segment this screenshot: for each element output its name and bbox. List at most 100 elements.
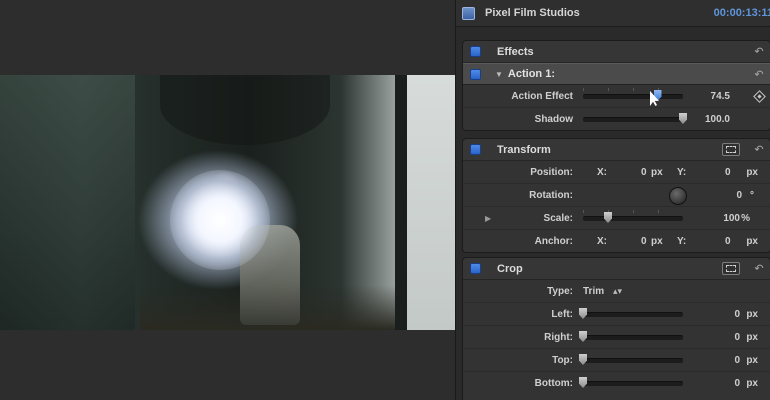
action-effect-slider[interactable] (583, 88, 683, 101)
crop-top-slider[interactable] (579, 354, 683, 365)
y-unit: px (746, 235, 758, 247)
crop-row-right: Right: 0 px (463, 326, 770, 349)
timecode: 00:00:13:11 (713, 7, 770, 19)
keyframe-icon[interactable] (753, 89, 766, 103)
inspector-title: Pixel Film Studios (485, 7, 580, 19)
transform-onscreen-controls-button[interactable] (722, 143, 740, 156)
y-value[interactable]: 0 (725, 167, 731, 178)
disclosure-triangle-icon[interactable]: ▼ (495, 70, 503, 79)
slider-knob[interactable] (579, 331, 587, 342)
param-label: Shadow (534, 113, 573, 125)
x-label: X: (597, 235, 607, 247)
x-value[interactable]: 0 (641, 236, 647, 247)
slider-ticks (583, 88, 683, 91)
viewer (0, 0, 455, 400)
param-value[interactable]: 100.0 (705, 114, 730, 125)
rotation-dial[interactable] (669, 187, 687, 205)
slider-ticks (583, 210, 683, 213)
x-unit: px (651, 166, 663, 178)
param-label: Rotation: (529, 189, 573, 201)
param-unit: px (746, 308, 758, 320)
param-value[interactable]: 0 (734, 332, 740, 343)
param-label: Position: (530, 166, 573, 178)
x-value[interactable]: 0 (641, 167, 647, 178)
param-label: Anchor: (534, 235, 573, 247)
transform-enable-checkbox[interactable] (470, 144, 481, 155)
param-unit: px (746, 354, 758, 366)
action-subheader[interactable]: ▼ Action 1: ↶ (463, 63, 770, 85)
crop-type-select[interactable]: Trim (583, 286, 604, 297)
transform-header: Transform ↶ (463, 139, 770, 161)
param-row-action-effect: Action Effect 74.5 (463, 85, 770, 108)
param-label: Type: (547, 285, 573, 297)
transform-title: Transform (497, 143, 551, 156)
inspector: Pixel Film Studios 00:00:13:11 Effects ↶… (455, 0, 770, 400)
param-label: Action Effect (511, 90, 573, 102)
transform-row-position: Position: X: 0 px Y: 0 px (463, 161, 770, 184)
crop-title: Crop (497, 262, 523, 275)
param-unit: px (746, 331, 758, 343)
crop-header: Crop ↶ (463, 258, 770, 280)
reset-arrow-icon[interactable]: ↶ (752, 45, 766, 58)
crop-section: Crop ↶ Type: Trim ▴▾ Left: 0 px Right: 0… (462, 257, 770, 400)
crop-row-bottom: Bottom: 0 px (463, 372, 770, 394)
crop-bottom-slider[interactable] (579, 377, 683, 388)
crop-left-slider[interactable] (579, 308, 683, 319)
crop-row-left: Left: 0 px (463, 303, 770, 326)
transform-row-anchor: Anchor: X: 0 px Y: 0 px (463, 230, 770, 252)
transform-row-scale: ▶ Scale: 100 % (463, 207, 770, 230)
effects-section: Effects ↶ ▼ Action 1: ↶ Action Effect 74… (462, 40, 770, 131)
video-frame (0, 75, 455, 330)
effects-title: Effects (497, 45, 534, 58)
x-unit: px (651, 235, 663, 247)
effects-enable-checkbox[interactable] (470, 46, 481, 57)
param-value[interactable]: 74.5 (711, 91, 730, 102)
reset-arrow-icon[interactable]: ↶ (752, 68, 766, 81)
param-row-shadow: Shadow 100.0 (463, 108, 770, 130)
param-value[interactable]: 0 (734, 355, 740, 366)
param-label: Scale: (543, 212, 573, 224)
param-label: Left: (551, 308, 573, 320)
reset-arrow-icon[interactable]: ↶ (752, 262, 766, 275)
reset-arrow-icon[interactable]: ↶ (752, 143, 766, 156)
action-enable-checkbox[interactable] (470, 68, 481, 80)
film-icon (462, 6, 475, 20)
rotation-unit: ° (750, 189, 754, 201)
scale-value[interactable]: 100 (723, 213, 740, 224)
y-unit: px (746, 166, 758, 178)
param-value[interactable]: 0 (734, 309, 740, 320)
param-label: Bottom: (534, 377, 573, 389)
slider-knob[interactable] (579, 354, 587, 365)
video-door-edge (395, 75, 407, 330)
param-value[interactable]: 0 (734, 378, 740, 389)
crop-right-slider[interactable] (579, 331, 683, 342)
rotation-value[interactable]: 0 (736, 190, 742, 201)
transform-section: Transform ↶ Position: X: 0 px Y: 0 px Ro… (462, 138, 770, 253)
y-value[interactable]: 0 (725, 236, 731, 247)
shadow-slider[interactable] (583, 113, 687, 124)
slider-knob[interactable] (604, 212, 612, 223)
video-flashlight-glow (170, 170, 270, 270)
inspector-header: Pixel Film Studios 00:00:13:11 (456, 0, 770, 27)
video-arch (160, 75, 330, 145)
updown-arrows-icon[interactable]: ▴▾ (613, 286, 622, 297)
crop-row-type: Type: Trim ▴▾ (463, 280, 770, 303)
video-left-wall (0, 75, 135, 330)
scale-unit: % (741, 212, 750, 224)
y-label: Y: (677, 235, 687, 247)
slider-knob[interactable] (679, 113, 687, 124)
expand-triangle-icon[interactable]: ▶ (485, 214, 491, 223)
scale-slider[interactable] (583, 210, 683, 223)
x-label: X: (597, 166, 607, 178)
slider-knob[interactable] (579, 377, 587, 388)
crop-enable-checkbox[interactable] (470, 263, 481, 274)
effects-header: Effects ↶ (463, 41, 770, 63)
param-label: Right: (544, 331, 573, 343)
crop-onscreen-controls-button[interactable] (722, 262, 740, 275)
y-label: Y: (677, 166, 687, 178)
param-label: Top: (552, 354, 573, 366)
crop-row-top: Top: 0 px (463, 349, 770, 372)
transform-row-rotation: Rotation: 0 ° (463, 184, 770, 207)
slider-knob[interactable] (579, 308, 587, 319)
action-title: Action 1: (507, 68, 555, 80)
